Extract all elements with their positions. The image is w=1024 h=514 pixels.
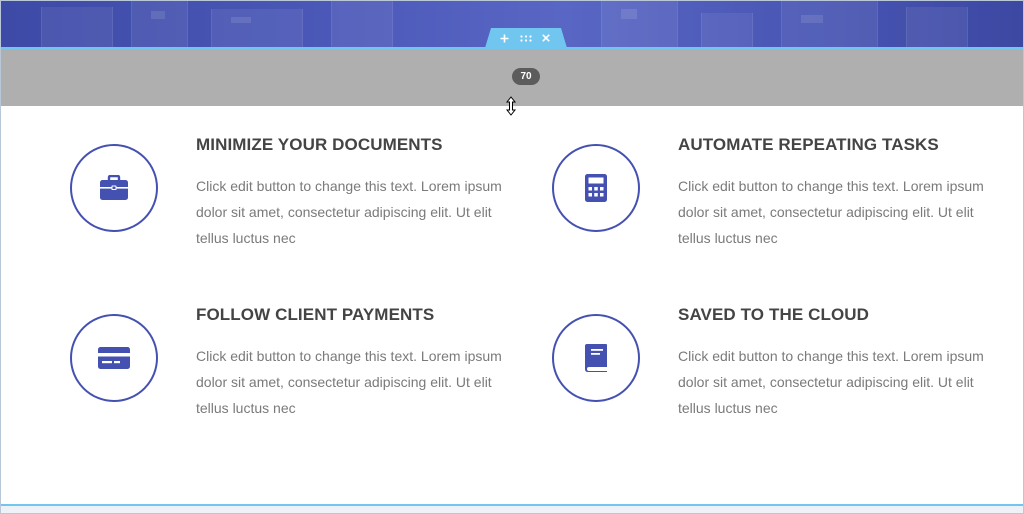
feature-block[interactable]: MINIMIZE YOUR DOCUMENTS Click edit butto…	[70, 135, 510, 255]
next-section-edge	[1, 506, 1023, 513]
icon-circle	[70, 314, 158, 402]
icon-circle	[552, 314, 640, 402]
feature-description: Click edit button to change this text. L…	[678, 178, 984, 246]
feature-description: Click edit button to change this text. L…	[196, 348, 502, 416]
section-handle[interactable]	[485, 28, 567, 48]
feature-description: Click edit button to change this text. L…	[678, 348, 984, 416]
editor-canvas: 70 MINIMIZE YOUR DOCUMENTS Click edit bu…	[0, 0, 1024, 514]
drag-handle-icon	[520, 34, 532, 42]
feature-title: SAVED TO THE CLOUD	[678, 305, 870, 324]
feature-block[interactable]: FOLLOW CLIENT PAYMENTS Click edit button…	[70, 305, 510, 425]
feature-block[interactable]: SAVED TO THE CLOUD Click edit button to …	[552, 305, 992, 425]
calculator-icon	[585, 174, 607, 202]
padding-value-badge: 70	[512, 68, 540, 85]
add-section-button[interactable]	[495, 31, 513, 45]
credit-card-icon	[98, 347, 130, 369]
drag-section-button[interactable]	[517, 31, 535, 45]
delete-section-button[interactable]	[537, 31, 555, 45]
feature-description: Click edit button to change this text. L…	[196, 178, 502, 246]
briefcase-icon	[100, 175, 128, 200]
close-icon	[542, 34, 550, 42]
feature-title: AUTOMATE REPEATING TASKS	[678, 135, 939, 154]
feature-title: FOLLOW CLIENT PAYMENTS	[196, 305, 435, 324]
icon-circle	[70, 144, 158, 232]
feature-title: MINIMIZE YOUR DOCUMENTS	[196, 135, 443, 154]
icon-circle	[552, 144, 640, 232]
plus-icon	[500, 34, 508, 42]
resize-cursor-icon	[505, 96, 517, 116]
book-icon	[585, 344, 607, 372]
feature-block[interactable]: AUTOMATE REPEATING TASKS Click edit butt…	[552, 135, 992, 255]
